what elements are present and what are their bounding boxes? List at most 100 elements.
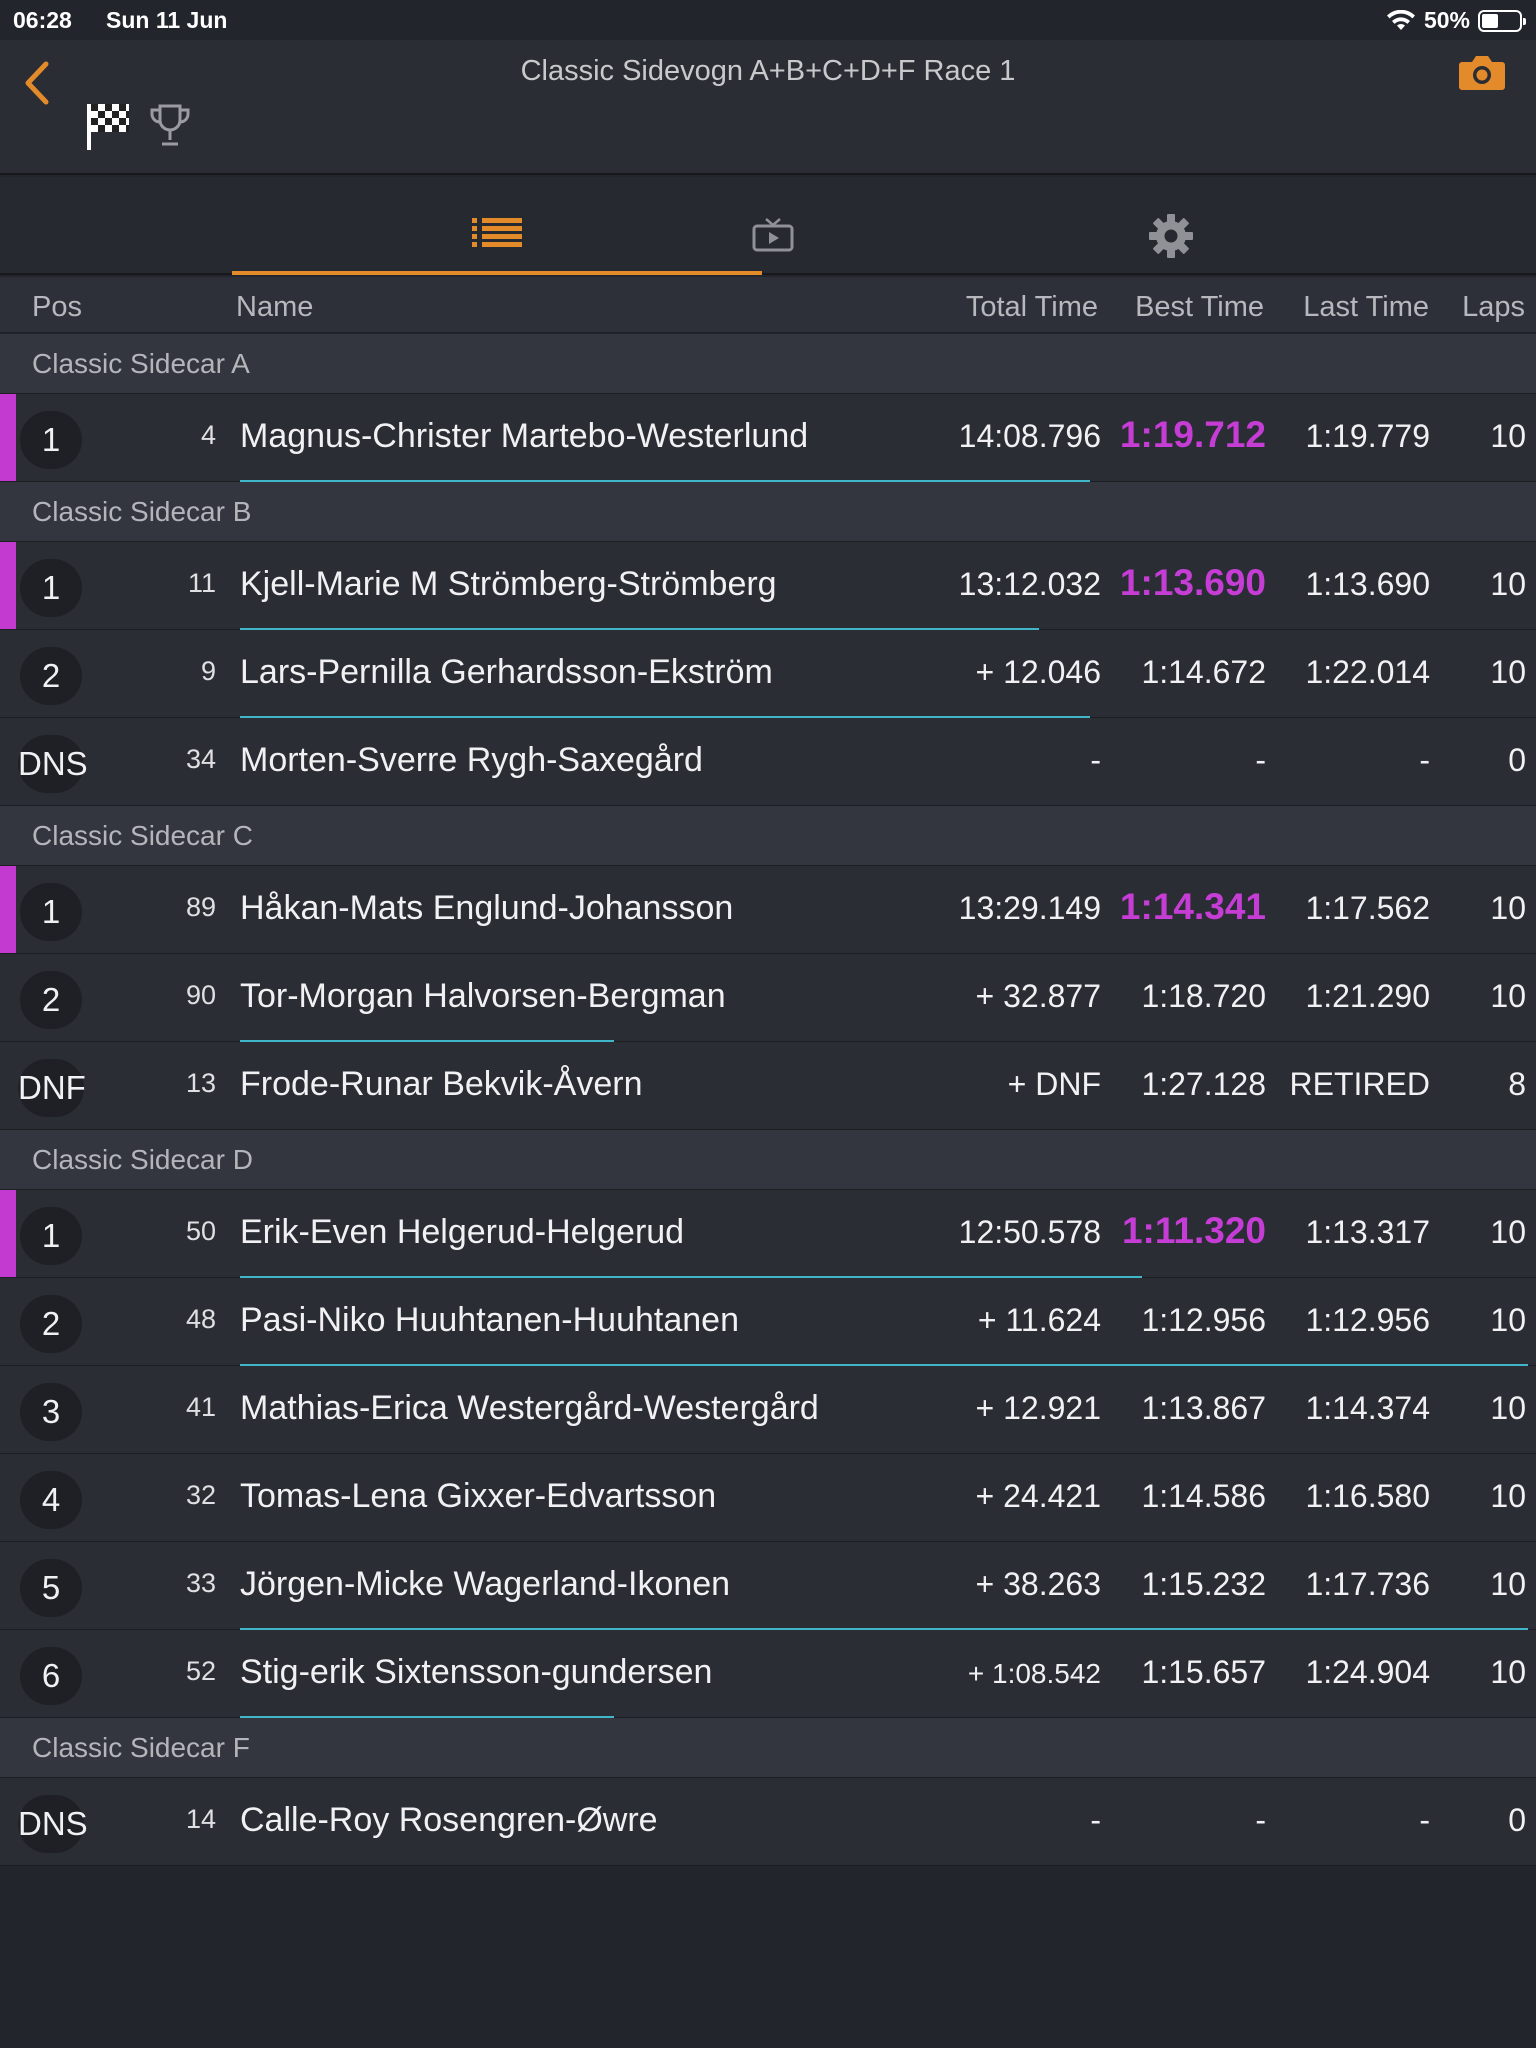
rider-number: 14 <box>185 1804 216 1834</box>
rider-name: Håkan-Mats Englund-Johansson <box>240 889 734 927</box>
best-time: 1:11.320 <box>1121 1210 1266 1251</box>
trophy-icon[interactable] <box>148 102 192 150</box>
rider-number: 50 <box>185 1216 216 1246</box>
best-time: - <box>1255 1802 1266 1838</box>
best-time: 1:12.956 <box>1141 1302 1266 1338</box>
total-time: + 38.263 <box>975 1566 1101 1602</box>
total-time: + DNF <box>1007 1066 1101 1102</box>
rider-name: Magnus-Christer Martebo-Westerlund <box>240 417 809 455</box>
rider-number: 13 <box>185 1068 216 1098</box>
laps-count: 10 <box>1490 1654 1526 1690</box>
position-badge: 1 <box>20 411 82 469</box>
best-time: 1:19.712 <box>1119 414 1266 455</box>
result-row[interactable]: DNS 14 Calle-Roy Rosengren-Øwre - - - 0 <box>0 1778 1536 1866</box>
last-time: 1:22.014 <box>1305 654 1430 690</box>
column-last-time[interactable]: Last Time <box>1303 291 1429 324</box>
laps-count: 10 <box>1490 890 1526 926</box>
best-time: 1:13.867 <box>1141 1390 1266 1426</box>
battery-icon <box>1478 9 1526 32</box>
lap-progress-bar <box>240 1716 614 1718</box>
best-time: 1:13.690 <box>1119 562 1266 603</box>
rider-name: Stig-erik Sixtensson-gundersen <box>240 1653 713 1691</box>
position-badge: 3 <box>20 1383 82 1441</box>
rider-number: 89 <box>185 892 216 922</box>
laps-count: 10 <box>1490 1302 1526 1338</box>
best-time: 1:15.657 <box>1141 1654 1266 1690</box>
total-time: 13:29.149 <box>958 890 1101 926</box>
position-badge: DNS <box>18 1795 88 1853</box>
result-row[interactable]: 1 4 Magnus-Christer Martebo-Westerlund 14:0… <box>0 394 1536 482</box>
position-badge: 2 <box>20 647 82 705</box>
rider-number: 34 <box>185 744 216 774</box>
camera-icon[interactable] <box>1458 52 1506 92</box>
result-row[interactable]: DNS 34 Morten-Sverre Rygh-Saxegård - - - 0 <box>0 718 1536 806</box>
column-laps[interactable]: Laps <box>1462 291 1525 324</box>
rider-number: 90 <box>185 980 216 1010</box>
group-header: Classic Sidecar C <box>0 806 1536 866</box>
status-right: 50% <box>1386 7 1526 34</box>
page-title: Classic Sidevogn A+B+C+D+F Race 1 <box>520 55 1016 87</box>
tab-settings[interactable] <box>906 177 1436 275</box>
last-time: 1:13.317 <box>1305 1214 1430 1250</box>
result-row[interactable]: 1 89 Håkan-Mats Englund-Johansson 13:29.149… <box>0 866 1536 954</box>
rider-number: 9 <box>200 656 216 686</box>
total-time: - <box>1090 742 1101 778</box>
position-badge: 1 <box>20 883 82 941</box>
best-time: 1:15.232 <box>1141 1566 1266 1602</box>
result-row[interactable]: 1 50 Erik-Even Helgerud-Helgerud 12:50.578 1… <box>0 1190 1536 1278</box>
checkered-flag-icon[interactable] <box>85 100 133 152</box>
laps-count: 10 <box>1490 566 1526 602</box>
best-time: - <box>1255 742 1266 778</box>
rider-name: Morten-Sverre Rygh-Saxegård <box>240 741 703 779</box>
result-row[interactable]: 2 9 Lars-Pernilla Gerhardsson-Ekström + 12.… <box>0 630 1536 718</box>
last-time: 1:17.562 <box>1305 890 1430 926</box>
last-time: 1:12.956 <box>1305 1302 1430 1338</box>
last-time: 1:24.904 <box>1305 1654 1430 1690</box>
laps-count: 0 <box>1508 1802 1526 1838</box>
navigation-bar: Classic Sidevogn A+B+C+D+F Race 1 <box>0 40 1536 175</box>
laps-count: 10 <box>1490 1390 1526 1426</box>
result-row[interactable]: 1 11 Kjell-Marie M Strömberg-Strömberg 13:1… <box>0 542 1536 630</box>
position-badge: 1 <box>20 559 82 617</box>
column-total-time[interactable]: Total Time <box>966 291 1098 324</box>
result-row[interactable]: 2 90 Tor-Morgan Halvorsen-Bergman + 32.877 1… <box>0 954 1536 1042</box>
results-list: Classic Sidecar A 1 4 Magnus-Christer Marte… <box>0 334 1536 1866</box>
laps-count: 10 <box>1490 1566 1526 1602</box>
last-time: - <box>1419 742 1430 778</box>
column-pos[interactable]: Pos <box>32 291 82 324</box>
total-time: - <box>1090 1802 1101 1838</box>
gear-icon <box>1149 214 1193 258</box>
column-best-time[interactable]: Best Time <box>1135 291 1264 324</box>
group-header: Classic Sidecar A <box>0 334 1536 394</box>
rider-number: 52 <box>185 1656 216 1686</box>
last-time: - <box>1419 1802 1430 1838</box>
column-name[interactable]: Name <box>236 291 313 324</box>
last-time: 1:16.580 <box>1305 1478 1430 1514</box>
status-time: 06:28 <box>13 7 72 33</box>
group-header: Classic Sidecar F <box>0 1718 1536 1778</box>
laps-count: 10 <box>1490 1214 1526 1250</box>
position-badge: DNS <box>18 735 88 793</box>
rider-name: Kjell-Marie M Strömberg-Strömberg <box>240 565 777 603</box>
rider-name: Tomas-Lena Gixxer-Edvartsson <box>240 1477 717 1515</box>
status-bar: 06:28 Sun 11 Jun 50% <box>0 0 1536 40</box>
rider-name: Tor-Morgan Halvorsen-Bergman <box>240 977 726 1015</box>
position-badge: 5 <box>20 1559 82 1617</box>
result-row[interactable]: 6 52 Stig-erik Sixtensson-gundersen + 1:08.… <box>0 1630 1536 1718</box>
rider-number: 41 <box>185 1392 216 1422</box>
class-leader-marker <box>0 394 16 481</box>
result-row[interactable]: 5 33 Jörgen-Micke Wagerland-Ikonen + 38.263… <box>0 1542 1536 1630</box>
result-row[interactable]: 3 41 Mathias-Erica Westergård-Westergård + … <box>0 1366 1536 1454</box>
result-row[interactable]: DNF 13 Frode-Runar Bekvik-Åvern + DNF 1:27.1… <box>0 1042 1536 1130</box>
laps-count: 0 <box>1508 742 1526 778</box>
last-time: 1:19.779 <box>1305 418 1430 454</box>
rider-name: Frode-Runar Bekvik-Åvern <box>240 1065 643 1103</box>
best-time: 1:18.720 <box>1141 978 1266 1014</box>
best-time: 1:14.586 <box>1141 1478 1266 1514</box>
result-row[interactable]: 4 32 Tomas-Lena Gixxer-Edvartsson + 24.421 1… <box>0 1454 1536 1542</box>
rider-name: Jörgen-Micke Wagerland-Ikonen <box>240 1565 731 1603</box>
lap-progress-bar <box>240 480 1090 482</box>
total-time: + 12.921 <box>975 1390 1101 1426</box>
result-row[interactable]: 2 48 Pasi-Niko Huuhtanen-Huuhtanen + 11.624… <box>0 1278 1536 1366</box>
total-time: + 32.877 <box>975 978 1101 1014</box>
